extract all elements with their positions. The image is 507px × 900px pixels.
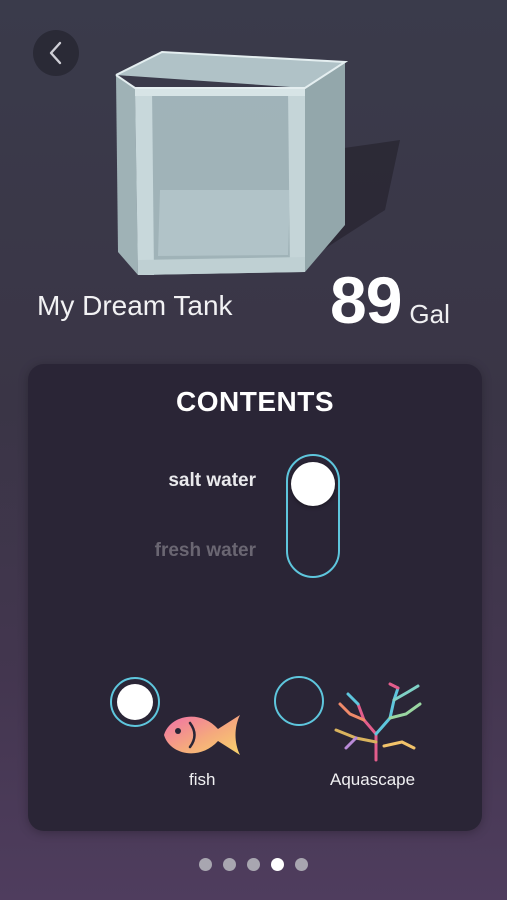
chevron-left-icon: [49, 41, 62, 65]
page-dot-2[interactable]: [223, 858, 236, 871]
page-dot-5[interactable]: [295, 858, 308, 871]
salt-water-label[interactable]: salt water: [168, 470, 256, 492]
page-dot-1[interactable]: [199, 858, 212, 871]
toggle-knob[interactable]: [291, 462, 335, 506]
fish-radio[interactable]: [110, 677, 160, 727]
tank-name: My Dream Tank: [37, 290, 233, 321]
tank-illustration: [115, 50, 400, 275]
aquascape-option-label[interactable]: Aquascape: [330, 770, 415, 790]
fish-option-label[interactable]: fish: [189, 770, 215, 790]
contents-card: CONTENTS salt water fresh water fish Aqu…: [28, 364, 482, 831]
fish-icon: [164, 715, 240, 755]
fish-radio-dot: [117, 684, 153, 720]
page-indicator: [0, 858, 507, 871]
contents-title: CONTENTS: [176, 386, 334, 417]
tank-volume: 89 Gal: [330, 262, 450, 338]
volume-unit: Gal: [409, 299, 450, 329]
back-button[interactable]: [33, 30, 79, 76]
aquascape-radio[interactable]: [274, 676, 324, 726]
volume-number: 89: [330, 263, 402, 337]
water-type-toggle[interactable]: [286, 454, 340, 578]
coral-icon: [334, 682, 422, 762]
fresh-water-label[interactable]: fresh water: [155, 540, 256, 562]
page-dot-4[interactable]: [271, 858, 284, 871]
page-dot-3[interactable]: [247, 858, 260, 871]
